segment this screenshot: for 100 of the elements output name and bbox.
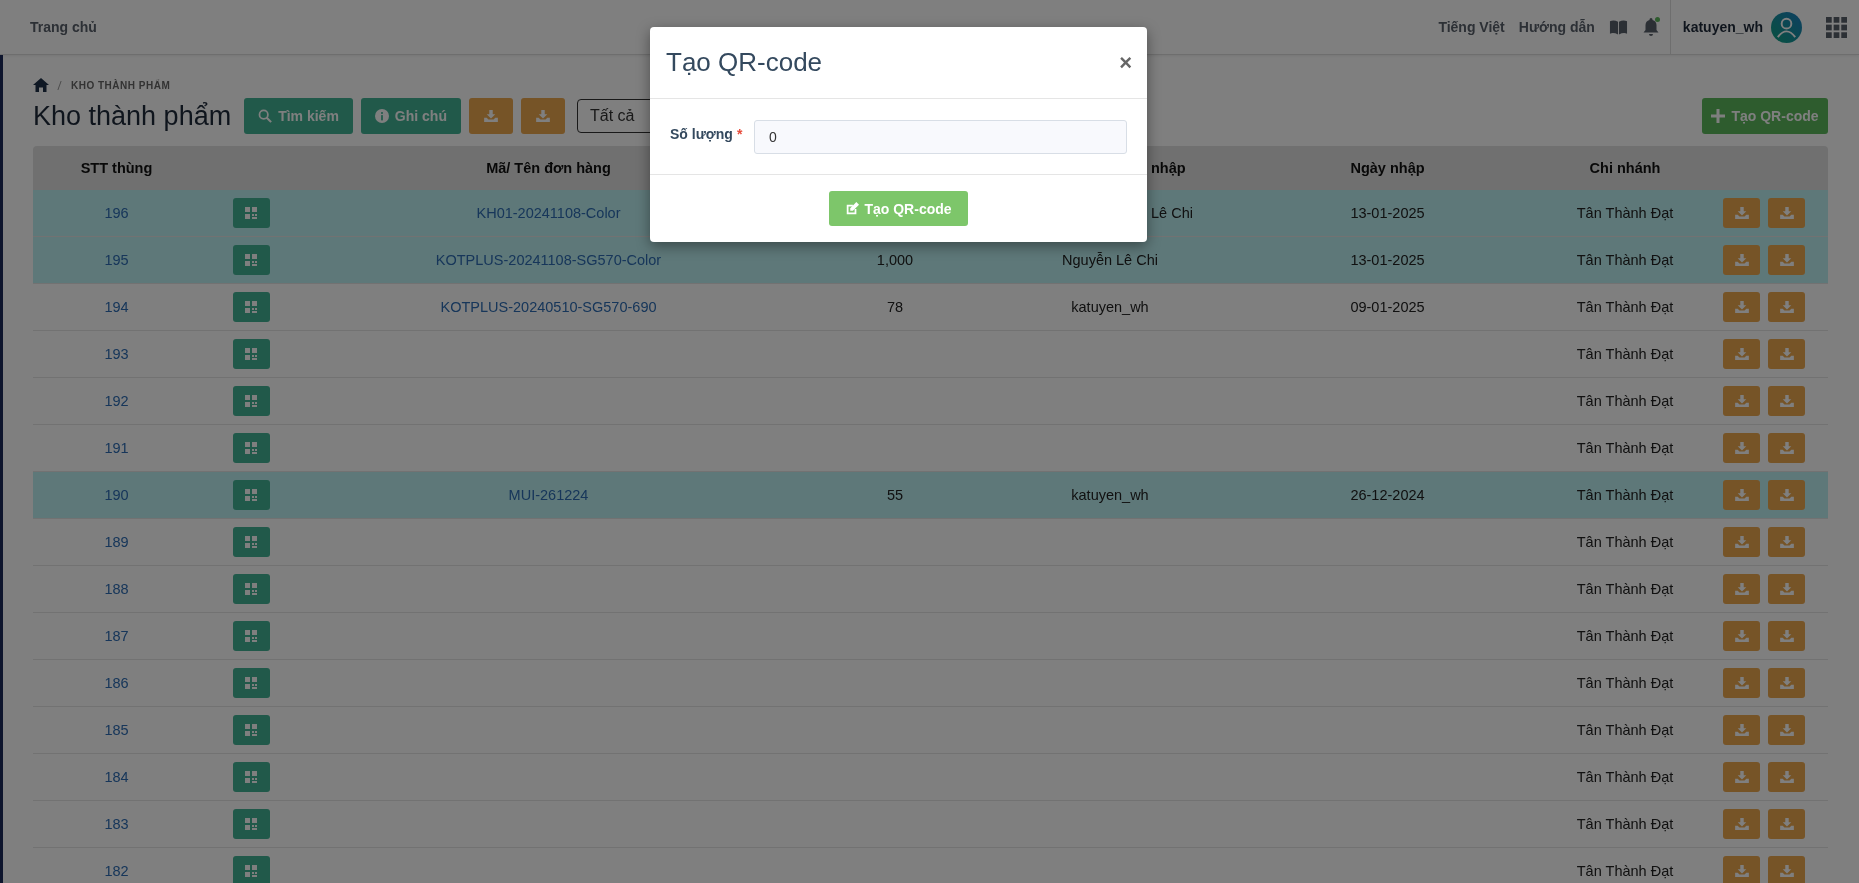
table-cell: Tân Thành Đạt bbox=[1576, 252, 1674, 268]
table-cell: Tân Thành Đạt bbox=[1576, 487, 1674, 503]
qr-button[interactable] bbox=[232, 856, 270, 883]
create-qr-button[interactable]: Tạo QR-code bbox=[1702, 98, 1828, 134]
download-button[interactable] bbox=[1723, 621, 1760, 651]
qr-button[interactable] bbox=[232, 480, 270, 510]
download-button[interactable] bbox=[1723, 715, 1760, 745]
box-number-link[interactable]: 190 bbox=[104, 487, 129, 503]
box-number-link[interactable]: 192 bbox=[104, 393, 129, 409]
avatar-icon[interactable] bbox=[1771, 11, 1802, 43]
table-cell: Tân Thành Đạt bbox=[1576, 534, 1674, 550]
box-number-link[interactable]: 189 bbox=[104, 534, 129, 550]
download-icon bbox=[1779, 254, 1794, 266]
download-button[interactable] bbox=[1768, 574, 1805, 604]
download-button[interactable] bbox=[1723, 433, 1760, 463]
download-button[interactable] bbox=[1723, 856, 1760, 883]
table-cell: Tân Thành Đạt bbox=[1576, 769, 1674, 785]
download-button[interactable] bbox=[1723, 574, 1760, 604]
download-icon bbox=[1779, 818, 1794, 830]
notification-bell-icon[interactable] bbox=[1641, 17, 1660, 37]
qr-button[interactable] bbox=[232, 386, 270, 416]
download-button[interactable] bbox=[1723, 339, 1760, 369]
box-number-link[interactable]: 185 bbox=[104, 722, 129, 738]
download-button[interactable] bbox=[521, 98, 565, 134]
plus-icon bbox=[1711, 109, 1726, 123]
download-icon bbox=[1779, 677, 1794, 689]
download-button[interactable] bbox=[469, 98, 513, 134]
box-number-link[interactable]: 182 bbox=[104, 863, 129, 879]
book-icon[interactable] bbox=[1608, 19, 1628, 35]
qr-button[interactable] bbox=[232, 433, 270, 463]
box-number-link[interactable]: 193 bbox=[104, 346, 129, 362]
download-button[interactable] bbox=[1768, 856, 1805, 883]
qr-button[interactable] bbox=[232, 198, 270, 228]
guide-link[interactable]: Hướng dẫn bbox=[1518, 19, 1595, 35]
qr-icon bbox=[245, 583, 257, 595]
download-button[interactable] bbox=[1768, 292, 1805, 322]
download-button[interactable] bbox=[1768, 386, 1805, 416]
language-link[interactable]: Tiếng Việt bbox=[1438, 19, 1505, 35]
qr-button[interactable] bbox=[232, 715, 270, 745]
table-cell: Tân Thành Đạt bbox=[1576, 440, 1674, 456]
column-header: nhập bbox=[1151, 160, 1186, 176]
qr-button[interactable] bbox=[232, 762, 270, 792]
download-button[interactable] bbox=[1723, 386, 1760, 416]
download-button[interactable] bbox=[1768, 809, 1805, 839]
box-number-link[interactable]: 194 bbox=[104, 299, 129, 315]
qr-button[interactable] bbox=[232, 621, 270, 651]
quantity-input[interactable]: 0 bbox=[754, 119, 1127, 154]
order-link[interactable]: KH01-20241108-Color bbox=[476, 205, 621, 221]
box-number-link[interactable]: 187 bbox=[104, 628, 129, 644]
table-cell: 78 bbox=[886, 299, 904, 315]
download-button[interactable] bbox=[1768, 527, 1805, 557]
submit-button[interactable]: Tạo QR-code bbox=[829, 191, 968, 226]
qr-button[interactable] bbox=[232, 574, 270, 604]
download-button[interactable] bbox=[1768, 480, 1805, 510]
download-button[interactable] bbox=[1768, 339, 1805, 369]
search-button[interactable]: Tìm kiếm bbox=[244, 98, 353, 134]
qr-button[interactable] bbox=[232, 292, 270, 322]
qr-button[interactable] bbox=[232, 245, 270, 275]
table-cell: 13-01-2025 bbox=[1350, 252, 1425, 268]
qr-button[interactable] bbox=[232, 527, 270, 557]
order-link[interactable]: KOTPLUS-20240510-SG570-690 bbox=[440, 299, 657, 315]
download-icon bbox=[1779, 489, 1794, 501]
download-button[interactable] bbox=[1723, 668, 1760, 698]
table-cell: 1,000 bbox=[876, 252, 914, 268]
download-button[interactable] bbox=[1768, 433, 1805, 463]
order-link[interactable]: KOTPLUS-20241108-SG570-Color bbox=[435, 252, 662, 268]
box-number-link[interactable]: 191 bbox=[104, 440, 129, 456]
download-icon bbox=[1734, 207, 1749, 219]
download-button[interactable] bbox=[1723, 245, 1760, 275]
download-icon bbox=[1779, 536, 1794, 548]
home-link[interactable]: Trang chủ bbox=[30, 19, 97, 35]
box-number-link[interactable]: 183 bbox=[104, 816, 129, 832]
download-button[interactable] bbox=[1723, 527, 1760, 557]
home-icon[interactable] bbox=[33, 78, 49, 92]
qr-button[interactable] bbox=[232, 809, 270, 839]
box-number-link[interactable]: 196 bbox=[104, 205, 129, 221]
download-button[interactable] bbox=[1723, 292, 1760, 322]
order-link[interactable]: MUI-261224 bbox=[508, 487, 589, 503]
download-button[interactable] bbox=[1723, 480, 1760, 510]
close-button[interactable]: × bbox=[1119, 51, 1132, 74]
download-button[interactable] bbox=[1723, 198, 1760, 228]
download-button[interactable] bbox=[1768, 621, 1805, 651]
download-button[interactable] bbox=[1768, 715, 1805, 745]
download-button[interactable] bbox=[1768, 668, 1805, 698]
download-button[interactable] bbox=[1723, 809, 1760, 839]
box-number-link[interactable]: 188 bbox=[104, 581, 129, 597]
qr-button[interactable] bbox=[232, 339, 270, 369]
qr-button[interactable] bbox=[232, 668, 270, 698]
box-number-link[interactable]: 195 bbox=[104, 252, 129, 268]
table-cell: 09-01-2025 bbox=[1350, 299, 1425, 315]
box-number-link[interactable]: 186 bbox=[104, 675, 129, 691]
download-button[interactable] bbox=[1723, 762, 1760, 792]
apps-grid-icon[interactable] bbox=[1826, 16, 1847, 38]
download-button[interactable] bbox=[1768, 198, 1805, 228]
box-number-link[interactable]: 184 bbox=[104, 769, 129, 785]
download-icon bbox=[1779, 395, 1794, 407]
download-button[interactable] bbox=[1768, 245, 1805, 275]
download-button[interactable] bbox=[1768, 762, 1805, 792]
note-button[interactable]: Ghi chú bbox=[360, 98, 461, 134]
username[interactable]: katuyen_wh bbox=[1682, 19, 1763, 35]
